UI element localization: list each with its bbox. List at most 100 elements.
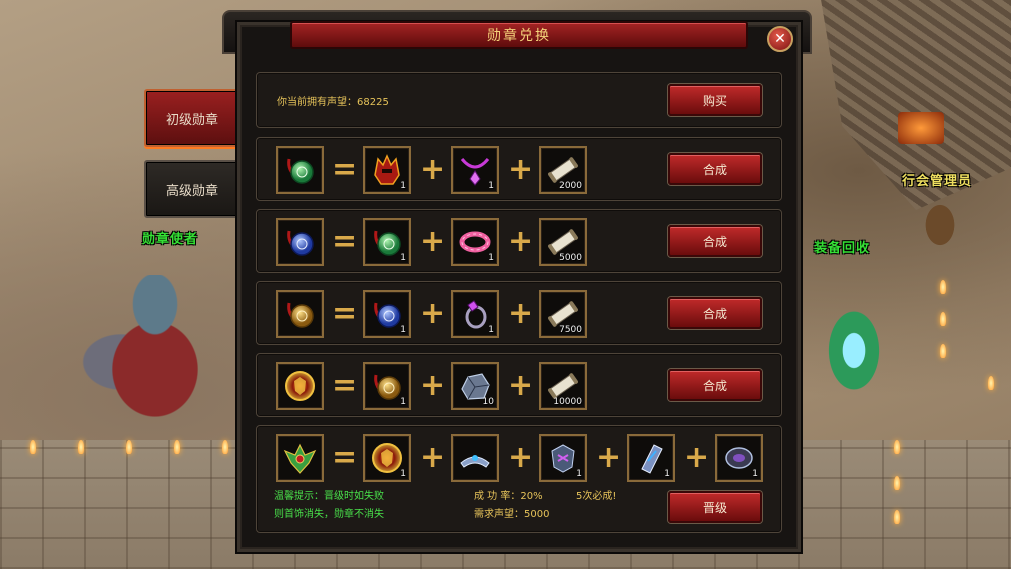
plus-sign: + [508,296,534,331]
result-slot[interactable] [276,146,324,194]
tab-advanced-medal[interactable]: 高级勋章 [144,160,240,218]
plus-sign: + [596,440,622,475]
item-quantity: 1 [752,469,758,479]
red-helmet-icon [374,154,400,185]
ingredient-slot[interactable]: 1 [363,290,411,338]
torch-icon [940,280,946,294]
item-quantity: 1 [400,253,406,263]
item-quantity: 1 [488,253,494,263]
success-rate: 成 功 率：20% [474,491,543,502]
ingredient-slot[interactable]: 7500 [539,290,587,338]
item-quantity: 5000 [559,253,582,263]
torch-icon [940,312,946,326]
tab-basic-medal[interactable]: 初级勋章 [144,89,240,147]
ingredient-slot[interactable]: 1 [363,146,411,194]
torch-icon [222,440,228,454]
plus-sign: + [420,440,446,475]
pink-bracelet-icon [459,231,491,253]
ingredient-slot[interactable]: 1 [363,218,411,266]
purple-necklace-icon [460,158,490,186]
silver-crown-icon [460,455,490,468]
plus-sign: + [420,224,446,259]
reputation-display: 你当前拥有声望：68225 [277,93,389,108]
buy-button[interactable]: 购买 [668,84,762,116]
synthesize-button[interactable]: 合成 [668,225,762,257]
plus-sign: + [508,368,534,403]
blue-jade-medal-icon [374,302,401,328]
synthesize-button[interactable]: 合成 [668,369,762,401]
purple-ring-icon [465,300,487,329]
ingredient-slot[interactable]: 1 [539,434,587,482]
item-quantity: 1 [400,325,406,335]
item-quantity: 1 [488,181,494,191]
item-quantity: 1 [400,397,406,407]
guarantee-text: 5次必成! [576,491,617,502]
ingredient-slot[interactable]: 5000 [539,218,587,266]
torch-icon [30,440,36,454]
torch-icon [894,476,900,490]
npc-label-medal-envoy: 勋章使者 [142,232,199,247]
ingredient-slot[interactable]: 1 [627,434,675,482]
reputation-value: 68225 [357,97,389,108]
upgrade-button[interactable]: 晋级 [668,491,762,523]
result-slot[interactable] [276,362,324,410]
lion-medal-icon [372,443,402,473]
ingredient-slot[interactable]: 2000 [539,146,587,194]
item-quantity: 10000 [553,397,582,407]
winged-emblem-icon [283,443,317,474]
torch-icon [894,510,900,524]
reputation-label: 你当前拥有声望： [277,97,357,108]
item-quantity: 10 [482,397,494,407]
result-slot[interactable] [276,434,324,482]
equals-sign: = [332,296,358,331]
equals-sign: = [332,368,358,403]
torch-icon [78,440,84,454]
result-slot[interactable] [276,290,324,338]
item-quantity: 2000 [559,181,582,191]
item-quantity: 1 [664,469,670,479]
guild-manager-npc[interactable] [915,190,965,260]
bracer-icon [641,444,663,474]
armor-piece-icon [551,444,575,473]
green-jade-medal-icon [287,158,314,184]
medal-envoy-npc[interactable] [70,275,240,420]
plus-sign: + [508,440,534,475]
plus-sign: + [420,152,446,187]
torch-icon [988,376,994,390]
equals-sign: = [332,152,358,187]
ingredient-slot[interactable]: 1 [451,146,499,194]
ingredient-slot[interactable]: 10 [451,362,499,410]
synthesize-button[interactable]: 合成 [668,153,762,185]
item-quantity: 1 [400,181,406,191]
ingredient-slot[interactable]: 1 [451,290,499,338]
npc-label-guild-manager: 行会管理员 [902,174,973,189]
close-button[interactable]: ✕ [767,26,793,52]
ingredient-slot[interactable]: 10000 [539,362,587,410]
lion-medal-icon [285,371,315,401]
synthesize-button[interactable]: 合成 [668,297,762,329]
equals-sign: = [332,440,358,475]
item-quantity: 1 [488,325,494,335]
dark-gem-icon [725,447,753,469]
item-quantity: 7500 [559,325,582,335]
upgrade-tip-line-1: 温馨提示：晋级时如失败 [274,491,384,502]
ingredient-slot[interactable]: 1 [363,434,411,482]
item-quantity: 1 [400,469,406,479]
npc-label-equipment-recycle: 装备回收 [814,241,871,256]
item-quantity: 1 [576,469,582,479]
gold-medal-icon [287,302,314,328]
gold-medal-icon [374,374,401,400]
equals-sign: = [332,224,358,259]
torch-icon [894,440,900,454]
ingredient-slot[interactable]: 1 [451,218,499,266]
plus-sign: + [420,296,446,331]
result-slot[interactable] [276,218,324,266]
recycle-portal[interactable] [815,290,893,400]
plus-sign: + [420,368,446,403]
blue-jade-medal-icon [287,230,314,256]
ingredient-slot[interactable]: 1 [715,434,763,482]
ingredient-slot[interactable] [451,434,499,482]
ingredient-slot[interactable]: 1 [363,362,411,410]
torch-icon [174,440,180,454]
forge-fire [898,112,944,144]
